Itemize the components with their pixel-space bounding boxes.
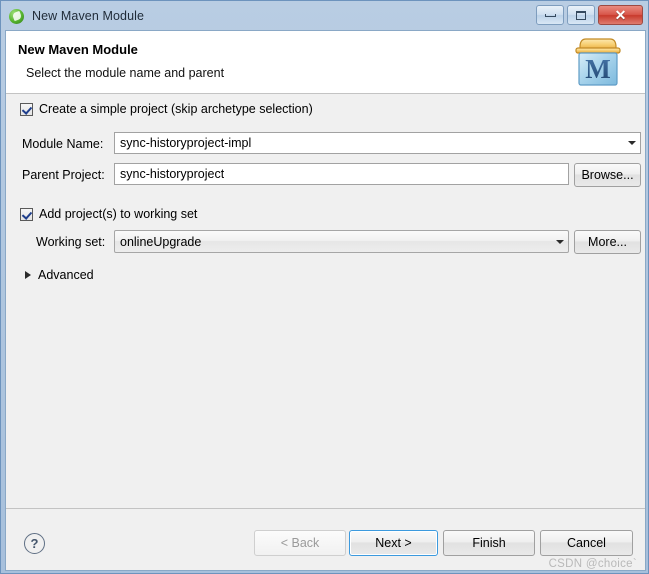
page-subtitle: Select the module name and parent (26, 66, 225, 80)
maximize-button[interactable] (567, 5, 595, 25)
eclipse-leaf-icon (9, 8, 25, 24)
help-icon[interactable]: ? (24, 533, 45, 554)
wizard-banner: New Maven Module Select the module name … (6, 31, 645, 94)
working-set-checkbox-row[interactable]: Add project(s) to working set (20, 207, 197, 221)
advanced-expander[interactable]: Advanced (25, 268, 94, 282)
dialog-client-area: New Maven Module Select the module name … (5, 30, 646, 571)
browse-button[interactable]: Browse... (574, 163, 641, 187)
close-icon: ✕ (614, 7, 627, 23)
parent-project-value: sync-historyproject (120, 167, 225, 181)
window-controls: ✕ (536, 5, 643, 25)
simple-project-label: Create a simple project (skip archetype … (39, 102, 313, 116)
more-button[interactable]: More... (574, 230, 641, 254)
module-name-label: Module Name: (22, 137, 104, 151)
maximize-icon (576, 10, 586, 20)
simple-project-checkbox[interactable] (20, 102, 33, 116)
chevron-down-icon[interactable] (623, 133, 640, 153)
minimize-icon (544, 13, 556, 17)
parent-project-label: Parent Project: (22, 168, 105, 182)
module-name-combo[interactable]: sync-historyproject-impl (114, 132, 641, 154)
page-title: New Maven Module (18, 42, 138, 57)
add-to-working-set-checkbox[interactable] (20, 207, 33, 221)
minimize-button[interactable] (536, 5, 564, 25)
wizard-body: Create a simple project (skip archetype … (6, 94, 645, 509)
module-name-value: sync-historyproject-impl (120, 136, 252, 150)
close-button[interactable]: ✕ (598, 5, 643, 25)
chevron-right-icon (25, 271, 31, 279)
maven-module-icon: M (567, 33, 629, 91)
next-button[interactable]: Next > (349, 530, 438, 556)
window-title: New Maven Module (32, 8, 145, 23)
title-bar: New Maven Module ✕ (1, 1, 648, 30)
chevron-down-icon[interactable] (551, 231, 568, 252)
simple-project-checkbox-row[interactable]: Create a simple project (skip archetype … (20, 102, 313, 116)
add-to-working-set-label: Add project(s) to working set (39, 207, 198, 221)
working-set-combo[interactable]: onlineUpgrade (114, 230, 569, 253)
parent-project-input[interactable]: sync-historyproject (114, 163, 569, 185)
back-button[interactable]: < Back (254, 530, 346, 556)
svg-text:M: M (585, 54, 610, 84)
finish-button[interactable]: Finish (443, 530, 535, 556)
dialog-footer: ? < Back Next > Finish Cancel CSDN @choi… (6, 509, 645, 570)
working-set-label: Working set: (36, 235, 106, 249)
watermark-text: CSDN @choice` (548, 558, 637, 570)
cancel-button[interactable]: Cancel (540, 530, 633, 556)
working-set-value: onlineUpgrade (120, 234, 202, 249)
advanced-label: Advanced (38, 268, 94, 282)
dialog-window: New Maven Module ✕ New Maven Module Sele… (0, 0, 649, 574)
